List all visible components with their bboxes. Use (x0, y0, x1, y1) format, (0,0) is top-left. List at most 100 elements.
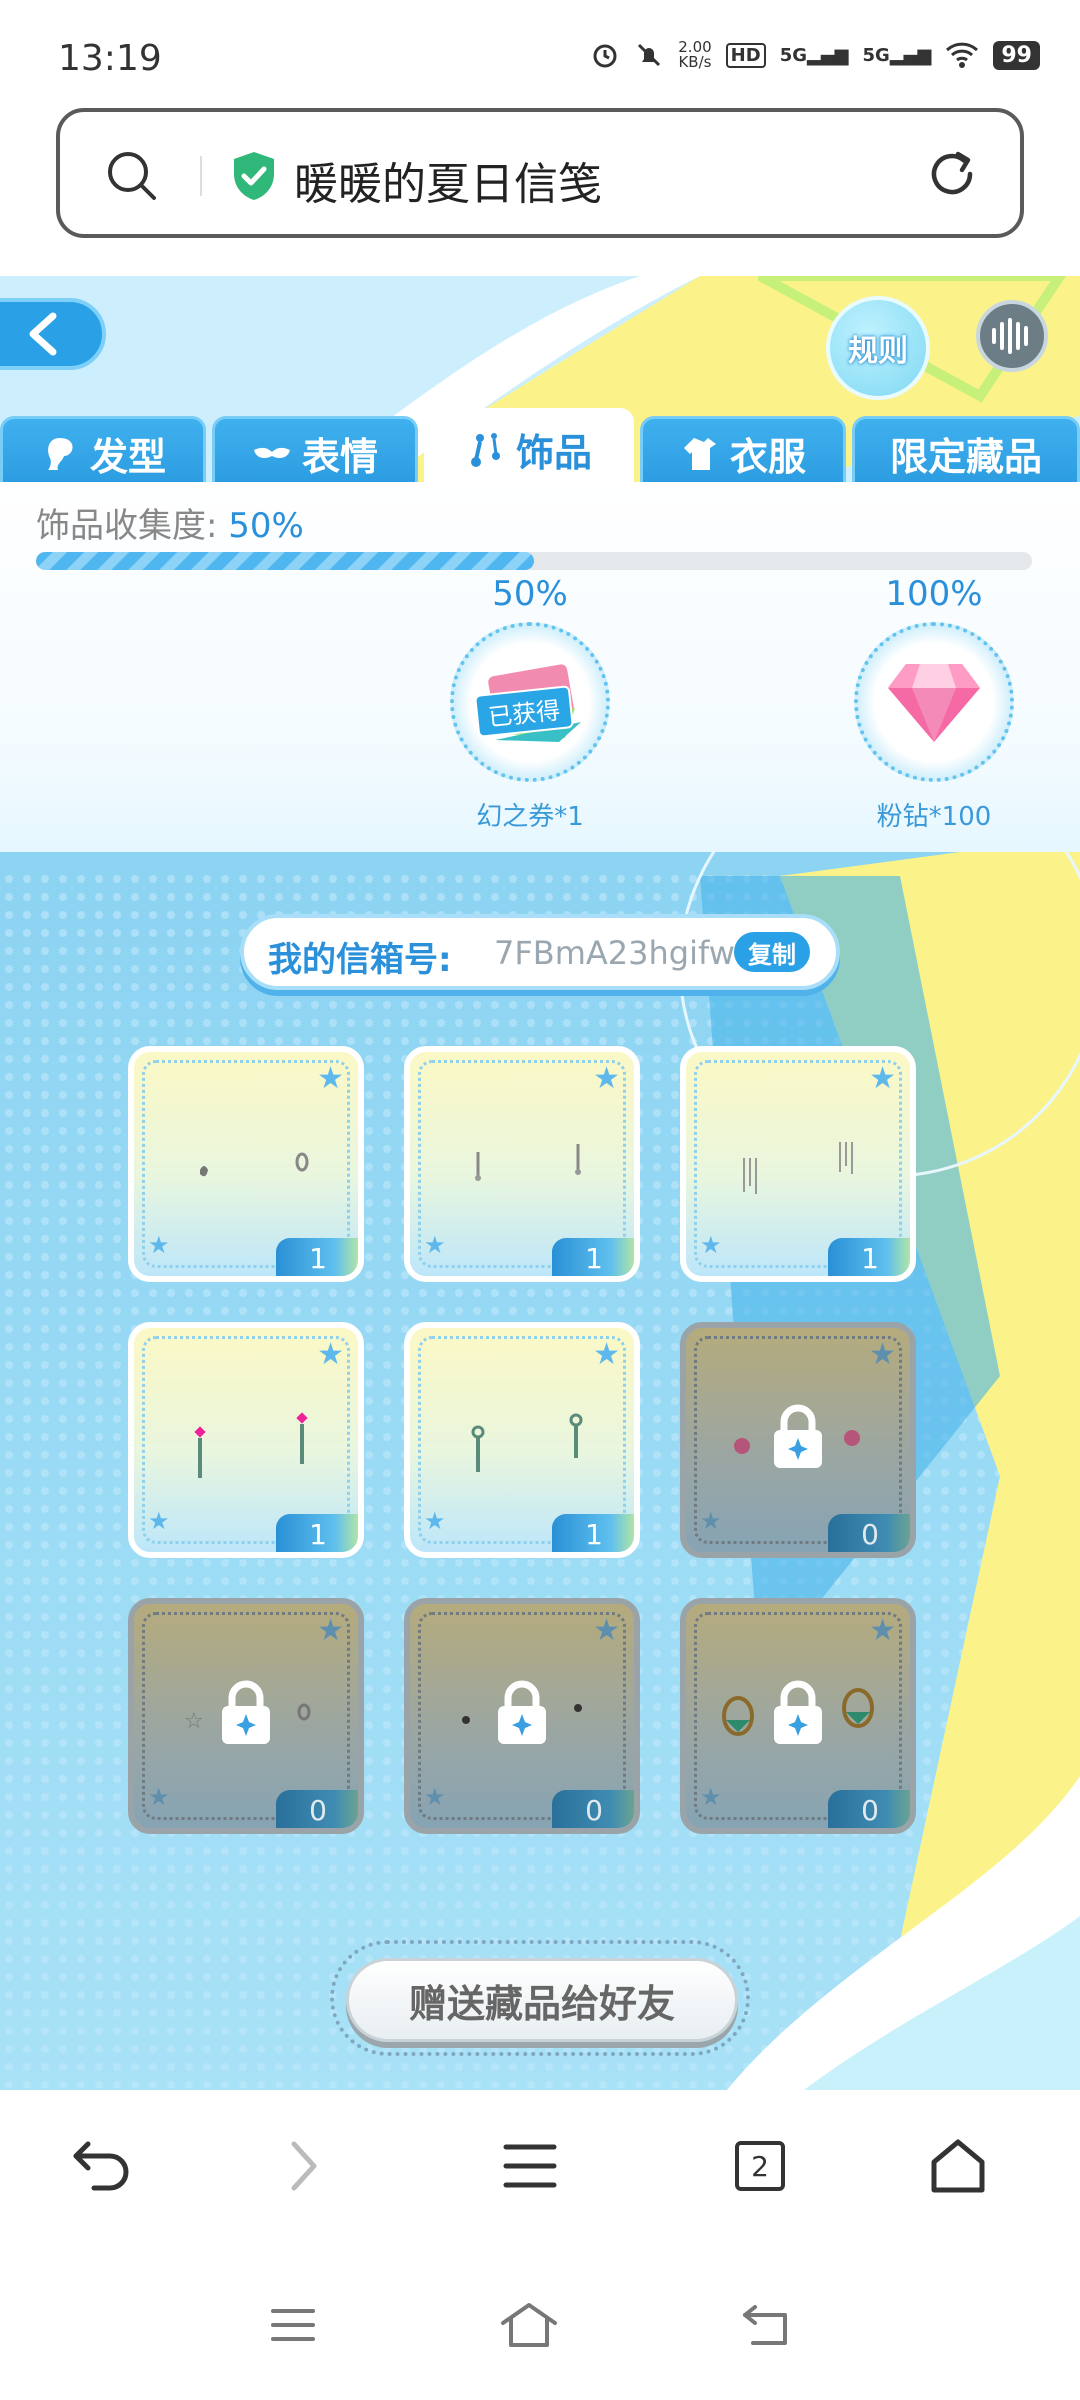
battery-indicator: 99 (993, 40, 1040, 70)
hair-icon (47, 437, 73, 470)
clothes-icon (683, 437, 716, 470)
tab-hairstyle[interactable]: 发型 (0, 416, 206, 488)
copy-button[interactable]: 复制 (734, 932, 810, 972)
reward-orb: 已获得 (450, 622, 610, 782)
earring-icon (470, 432, 500, 467)
search-icon[interactable] (104, 148, 158, 202)
item-count: 1 (276, 1514, 358, 1552)
accessory-card[interactable]: ★ ★ 1 (404, 1046, 640, 1282)
forward-nav-button[interactable] (264, 2126, 344, 2206)
mute-icon (638, 43, 661, 67)
tab-count: 2 (751, 2149, 769, 2183)
gift-to-friend-button[interactable]: 赠送藏品给好友 (346, 1958, 738, 2042)
recent-apps-button[interactable] (258, 2290, 328, 2360)
page-title[interactable]: 暖暖的夏日信笺 (294, 148, 602, 212)
accessory-card-locked[interactable]: ★ ★ 0 (680, 1322, 916, 1558)
item-count: 0 (828, 1514, 910, 1552)
net-speed: 2.00 KB/s (678, 40, 711, 70)
alarm-icon (593, 44, 617, 68)
milestone-percent: 100% (885, 574, 983, 614)
menu-icon (503, 2144, 557, 2188)
tab-expression[interactable]: 表情 (212, 416, 418, 488)
net-speed-unit: KB/s (678, 53, 712, 71)
item-count: 1 (828, 1238, 910, 1276)
home-icon (501, 2303, 557, 2347)
signal-2: 5G▂▄▆ (862, 44, 932, 66)
tab-clothes[interactable]: 衣服 (640, 416, 846, 488)
chevron-right-icon (291, 2141, 317, 2191)
tab-label: 饰品 (515, 431, 592, 475)
accessory-card[interactable]: ★ ★ 1 (680, 1046, 916, 1282)
home-button[interactable] (918, 2126, 998, 2206)
lock-icon (774, 1404, 822, 1468)
tab-label: 限定藏品 (889, 435, 1042, 479)
status-icons: 2.00 KB/s HD 5G▂▄▆ 5G▂▄▆ 99 (590, 40, 1040, 70)
sound-wave-icon (992, 318, 1028, 354)
home-icon (931, 2139, 985, 2193)
chevron-left-icon (29, 312, 57, 356)
back-button[interactable] (0, 298, 106, 370)
accessory-grid: ★ ★ 1 ★ ★ 1 ★ ★ 1 ★ ★ 1 ★ ★ 1 ★ ★ 0 ★ ★ … (128, 1046, 918, 1846)
item-count: 1 (552, 1238, 634, 1276)
collection-progress-bar (36, 552, 1032, 570)
item-count: 1 (276, 1238, 358, 1276)
tab-limited[interactable]: 限定藏品 (852, 416, 1080, 488)
progress-fill (36, 552, 534, 570)
milestone-100[interactable]: 100% 粉钻*100 (844, 574, 1024, 833)
accessory-card-locked[interactable]: ★ ★ 0 (404, 1598, 640, 1834)
system-back-button[interactable] (730, 2290, 800, 2360)
svg-text:☆: ☆ (184, 1709, 204, 1734)
milestone-50[interactable]: 50% 已获得 幻之券*1 (440, 574, 620, 833)
menu-icon (271, 2309, 315, 2341)
status-bar: 13:19 2.00 KB/s HD 5G▂▄▆ 5G▂▄▆ 99 (0, 0, 1080, 100)
mask-icon (253, 447, 290, 458)
shield-check-icon (234, 152, 274, 200)
tabs-button[interactable]: 2 (720, 2126, 800, 2206)
item-count: 0 (552, 1790, 634, 1828)
game-canvas: 规则 发型 表情 饰品 衣服 限定藏品 饰品收集度: 50% 50% 已获得 幻… (0, 276, 1080, 2126)
refresh-icon[interactable] (924, 146, 980, 202)
system-navigation-bar (0, 2240, 1080, 2400)
lock-icon (498, 1680, 546, 1744)
tab-label: 发型 (89, 435, 166, 479)
system-home-button[interactable] (494, 2290, 564, 2360)
accessory-card[interactable]: ★ ★ 1 (128, 1046, 364, 1282)
undo-arrow-icon (73, 2141, 129, 2191)
reward-orb (854, 622, 1014, 782)
milestone-reward: 幻之券*1 (476, 802, 584, 832)
mailbox-id: 7FBmA23hgifw (494, 934, 735, 972)
wifi-icon (946, 42, 979, 68)
accessory-card-locked[interactable]: ★ ★ 0 (680, 1598, 916, 1834)
address-divider (200, 156, 202, 196)
collection-value: 50% (228, 506, 304, 546)
milestone-percent: 50% (492, 574, 568, 614)
collection-panel: 饰品收集度: 50% 50% 已获得 幻之券*1 100% 粉钻*100 (0, 482, 1080, 852)
rules-button[interactable]: 规则 (826, 296, 930, 400)
item-count: 1 (552, 1514, 634, 1552)
signal-1-label: 5G (779, 44, 807, 66)
milestone-reward: 粉钻*100 (876, 802, 992, 832)
lock-icon (774, 1680, 822, 1744)
status-time: 13:19 (58, 38, 162, 79)
back-arrow-icon (743, 2305, 787, 2345)
pink-diamond-icon (888, 664, 980, 742)
accessory-card[interactable]: ★ ★ 1 (128, 1322, 364, 1558)
mailbox-label: 我的信箱号: (268, 940, 452, 980)
item-count: 0 (276, 1790, 358, 1828)
mailbox-id-bar: 我的信箱号: 7FBmA23hgifw 复制 (240, 914, 840, 990)
tab-label: 表情 (301, 435, 378, 479)
tab-label: 衣服 (729, 435, 806, 479)
lock-icon (222, 1680, 270, 1744)
browser-toolbar: 2 (0, 2090, 1080, 2240)
menu-button[interactable] (490, 2126, 570, 2206)
tab-count-icon: 2 (735, 2141, 785, 2191)
item-count: 0 (828, 1790, 910, 1828)
category-tabs: 发型 表情 饰品 衣服 限定藏品 (0, 408, 1080, 488)
tab-accessories[interactable]: 饰品 (424, 408, 634, 488)
music-button[interactable] (976, 300, 1048, 372)
back-nav-button[interactable] (62, 2126, 142, 2206)
accessory-card-locked[interactable]: ★ ★ ☆ 0 (128, 1598, 364, 1834)
accessory-card[interactable]: ★ ★ 1 (404, 1322, 640, 1558)
signal-1: 5G▂▄▆ (779, 44, 849, 66)
address-bar[interactable]: 暖暖的夏日信笺 (56, 108, 1024, 238)
